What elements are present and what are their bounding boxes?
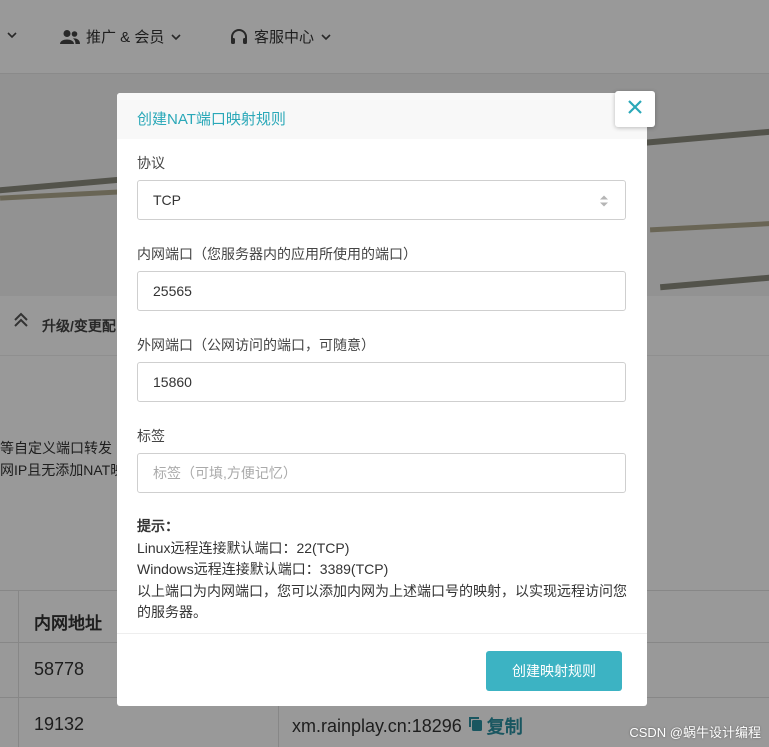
dialog-title: 创建NAT端口映射规则 [137, 111, 286, 128]
external-port-value: 15860 [153, 374, 192, 390]
hint-line: 以上端口为内网端口，您可以添加内网为上述端口号的映射，以实现远程访问您的服务器。 [137, 582, 627, 621]
close-icon [627, 99, 643, 120]
external-port-input[interactable]: 15860 [137, 362, 626, 402]
hint-box: 提示： Linux远程连接默认端口：22(TCP) Windows远程连接默认端… [137, 516, 632, 624]
protocol-value: TCP [153, 192, 181, 208]
create-rule-button[interactable]: 创建映射规则 [486, 651, 622, 691]
hint-title: 提示： [137, 518, 179, 534]
external-port-label: 外网端口（公网访问的端口，可随意） [137, 337, 375, 353]
internal-port-value: 25565 [153, 283, 192, 299]
internal-port-label: 内网端口（您服务器内的应用所使用的端口） [137, 246, 417, 262]
close-dialog-button[interactable] [615, 91, 655, 127]
hint-line: Windows远程连接默认端口：3389(TCP) [137, 561, 389, 577]
internal-port-input[interactable]: 25565 [137, 271, 626, 311]
csdn-watermark: CSDN @蜗牛设计编程 [629, 725, 761, 740]
protocol-label: 协议 [137, 155, 165, 171]
tag-label: 标签 [137, 428, 165, 444]
tag-input[interactable]: 标签（可填,方便记忆） [137, 453, 626, 493]
select-arrows-icon [599, 194, 609, 211]
tag-placeholder: 标签（可填,方便记忆） [153, 465, 297, 481]
dialog-footer-divider [117, 633, 647, 634]
dialog-header: 创建NAT端口映射规则 [117, 93, 647, 139]
hint-line: Linux远程连接默认端口：22(TCP) [137, 539, 350, 556]
protocol-select[interactable]: TCP [137, 180, 626, 220]
create-nat-rule-dialog: 创建NAT端口映射规则 协议 TCP 内网端口（您服务器内的应用所使用的端口） … [117, 93, 647, 706]
